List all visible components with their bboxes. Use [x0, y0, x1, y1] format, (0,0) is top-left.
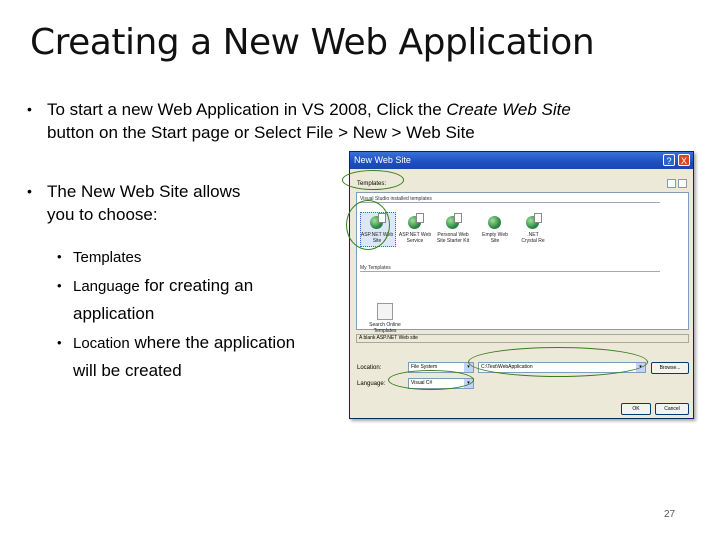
template-caption: ASP.NET Web Service	[398, 232, 432, 244]
empty-web-site-icon	[486, 213, 504, 229]
subbullet-templates: • Templates	[57, 243, 343, 271]
templates-label-highlight	[342, 170, 404, 190]
bullet-new-web-site-choices: • The New Web Site allows you to choose:	[27, 180, 337, 226]
search-online-templates[interactable]: Search Online Templates	[365, 303, 405, 334]
subbullet-dot: •	[57, 278, 62, 293]
dialog-titlebar: New Web Site ? X	[350, 152, 693, 169]
small-icons-view-icon[interactable]	[678, 179, 687, 188]
help-button[interactable]: ?	[663, 154, 675, 166]
subbullet-location: • Location where the application will be…	[57, 329, 343, 384]
bullet-emphasis: Create Web Site	[446, 100, 571, 119]
subbullet-text-line2: will be created	[73, 361, 182, 380]
subbullet-language: • Language for creating an application	[57, 272, 343, 327]
subbullet-text-line2: application	[73, 304, 155, 323]
subbullet-keyword: Language	[73, 278, 140, 295]
subbullet-dot: •	[57, 249, 62, 264]
subbullet-text: where the application	[129, 333, 296, 352]
template-caption: .NET Crystal Re	[521, 232, 545, 244]
templates-pane: Visual Studio installed templates ASP.NE…	[356, 192, 689, 334]
template-caption: Personal Web Site Starter Kit	[436, 232, 470, 244]
bullet-create-web-site: • To start a new Web Application in VS 2…	[27, 98, 707, 144]
subbullet-text: for creating an	[139, 276, 254, 295]
subbullet-dot: •	[57, 335, 62, 350]
location-path-highlight	[468, 347, 648, 377]
search-caption: Search Online Templates	[369, 322, 401, 334]
my-templates-group: My Templates	[360, 265, 660, 272]
slide-title: Creating a New Web Application	[30, 22, 595, 63]
page-number: 27	[664, 509, 676, 520]
ok-button[interactable]: OK	[621, 403, 651, 415]
browse-button[interactable]: Browse...	[651, 362, 689, 374]
language-highlight	[388, 370, 474, 390]
template-selection-highlight	[346, 200, 390, 250]
installed-templates-group: Visual Studio installed templates	[360, 196, 660, 203]
bullet-text-line2: you to choose:	[47, 205, 158, 224]
template-caption: Empty Web Site	[482, 232, 508, 244]
language-label: Language:	[357, 381, 386, 387]
template-description: A blank ASP.NET Web site	[356, 334, 689, 343]
subbullet-text: Templates	[73, 249, 142, 266]
large-icons-view-icon[interactable]	[667, 179, 676, 188]
template-personal-web-site[interactable]: Personal Web Site Starter Kit	[435, 213, 471, 244]
bullet-text: To start a new Web Application in VS 200…	[47, 100, 447, 119]
template-crystal-reports[interactable]: .NET Crystal Re	[515, 213, 551, 244]
close-button[interactable]: X	[678, 154, 690, 166]
crystal-reports-icon	[524, 213, 542, 229]
template-empty-web-site[interactable]: Empty Web Site	[477, 213, 513, 244]
template-aspnet-web-service[interactable]: ASP.NET Web Service	[397, 213, 433, 244]
location-label: Location:	[357, 365, 382, 371]
bullet-dot: •	[27, 101, 32, 117]
search-templates-icon	[377, 303, 393, 320]
web-service-icon	[406, 213, 424, 229]
bullet-text: The New Web Site allows	[47, 182, 241, 201]
bullet-text-line2: button on the Start page or Select File …	[47, 123, 475, 142]
dialog-title: New Web Site	[354, 155, 411, 165]
bullet-dot: •	[27, 183, 32, 199]
cancel-button[interactable]: Cancel	[655, 403, 689, 415]
starter-kit-icon	[444, 213, 462, 229]
subbullet-keyword: Location	[73, 335, 130, 352]
